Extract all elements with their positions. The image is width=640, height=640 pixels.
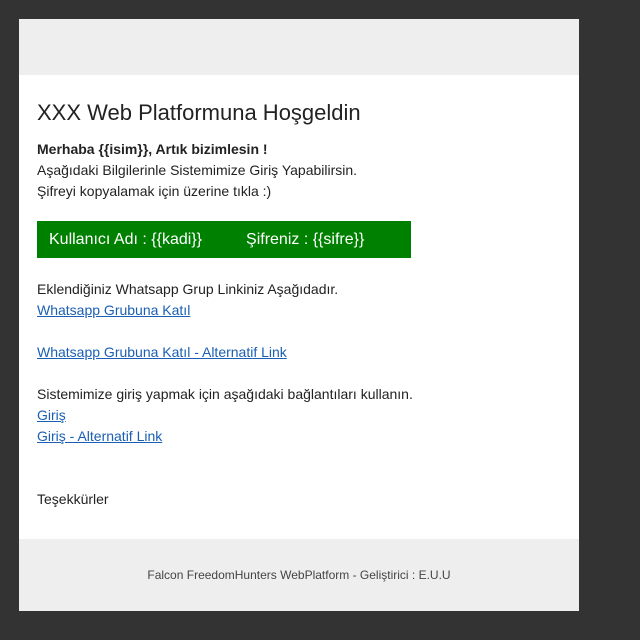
whatsapp-alt-link[interactable]: Whatsapp Grubuna Katıl - Alternatif Link [37, 342, 287, 363]
header-band [19, 19, 579, 75]
greeting-headline: Merhaba {{isim}}, Artık bizimlesin ! [37, 141, 268, 157]
password-credential[interactable]: Şifreniz : {{sifre}} [246, 231, 364, 248]
footer-band: Falcon FreedomHunters WebPlatform - Geli… [19, 539, 579, 611]
copy-hint: Şifreyi kopyalamak için üzerine tıkla :) [37, 183, 272, 199]
login-link[interactable]: Giriş [37, 405, 66, 426]
whatsapp-alt-block: Whatsapp Grubuna Katıl - Alternatif Link [37, 342, 557, 363]
login-alt-link[interactable]: Giriş - Alternatif Link [37, 426, 162, 447]
email-content: XXX Web Platformuna Hoşgeldin Merhaba {{… [37, 75, 557, 510]
page-title: XXX Web Platformuna Hoşgeldin [37, 100, 361, 125]
thanks-text: Teşekkürler [37, 491, 109, 507]
username-credential[interactable]: Kullanıcı Adı : {{kadi}} [49, 231, 202, 248]
whatsapp-block: Eklendiğiniz Whatsapp Grup Linkiniz Aşağ… [37, 279, 557, 321]
whatsapp-intro: Eklendiğiniz Whatsapp Grup Linkiniz Aşağ… [37, 281, 339, 297]
login-block: Sistemimize giriş yapmak için aşağıdaki … [37, 384, 557, 447]
whatsapp-join-link[interactable]: Whatsapp Grubuna Katıl [37, 300, 190, 321]
greeting-instructions: Aşağıdaki Bilgilerinle Sistemimize Giriş… [37, 162, 358, 178]
credentials-box[interactable]: Kullanıcı Adı : {{kadi}} Şifreniz : {{sif… [37, 221, 411, 258]
footer-text: Falcon FreedomHunters WebPlatform - Geli… [147, 568, 451, 582]
email-card: XXX Web Platformuna Hoşgeldin Merhaba {{… [19, 19, 579, 611]
greeting-block: Merhaba {{isim}}, Artık bizimlesin ! Aşa… [37, 139, 557, 202]
login-intro: Sistemimize giriş yapmak için aşağıdaki … [37, 386, 413, 402]
